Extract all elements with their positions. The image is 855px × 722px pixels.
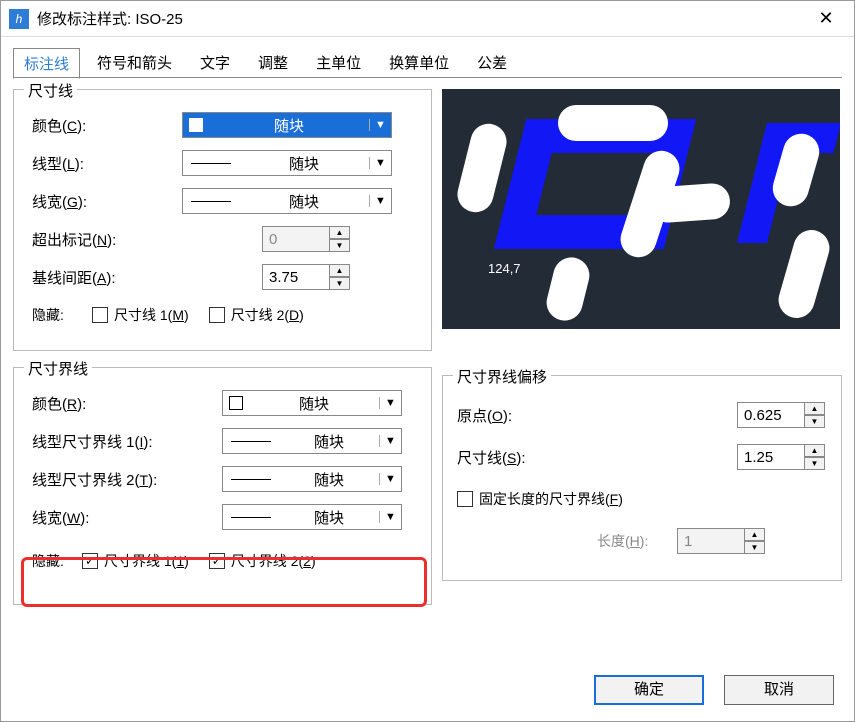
extline-lt2-value: 随块 (279, 469, 379, 490)
extline-lt2-select[interactable]: 随块 ▼ (222, 466, 402, 492)
dimline-hide2-checkbox[interactable]: 尺寸线 2(D) (209, 305, 304, 325)
offset-dimline-label: 尺寸线(S): (457, 447, 587, 468)
extline-color-select[interactable]: 随块 ▼ (222, 390, 402, 416)
dimline-linetype-select[interactable]: 随块 ▼ (182, 150, 392, 176)
spin-down-icon: ▼ (745, 541, 765, 554)
tab-fit[interactable]: 调整 (247, 47, 299, 78)
extline-hide2-checkbox[interactable]: ✓尺寸界线 2(2) (209, 551, 316, 571)
chevron-down-icon: ▼ (369, 195, 391, 207)
offset-dimline-spinner[interactable]: ▲▼ (737, 444, 827, 470)
dimline-extend-spinner: ▲▼ (262, 226, 352, 252)
extline-lt2-label: 线型尺寸界线 2(T): (32, 469, 222, 490)
dimline-hide-label: 隐藏: (32, 305, 92, 325)
dimline-lineweight-value: 随块 (239, 191, 369, 212)
offset-origin-input[interactable] (737, 402, 805, 428)
tab-primary[interactable]: 主单位 (305, 47, 372, 78)
offset-len-label: 长度(H): (597, 531, 677, 551)
tab-symbols[interactable]: 符号和箭头 (86, 47, 183, 78)
group-dimline: 尺寸线 颜色(C): 随块 ▼ 线型(L): 随块 ▼ 线宽(G): (13, 89, 432, 351)
dimline-linetype-label: 线型(L): (32, 153, 182, 174)
dimline-lineweight-select[interactable]: 随块 ▼ (182, 188, 392, 214)
chevron-down-icon: ▼ (369, 157, 391, 169)
offset-dimline-input[interactable] (737, 444, 805, 470)
offset-len-spinner: ▲▼ (677, 528, 767, 554)
dimline-baseline-spinner[interactable]: ▲▼ (262, 264, 352, 290)
spin-up-icon[interactable]: ▲ (805, 402, 825, 415)
tabs: 标注线 符号和箭头 文字 调整 主单位 换算单位 公差 (1, 37, 854, 78)
line-icon (231, 441, 271, 442)
extline-hide-label: 隐藏: (32, 551, 82, 571)
close-icon[interactable]: ✕ (806, 8, 846, 29)
color-swatch-icon (229, 396, 243, 410)
tab-text[interactable]: 文字 (189, 47, 241, 78)
cancel-button[interactable]: 取消 (724, 675, 834, 705)
extline-lw-value: 随块 (279, 507, 379, 528)
line-icon (191, 201, 231, 202)
tab-tolerance[interactable]: 公差 (466, 47, 518, 78)
chevron-down-icon: ▼ (379, 473, 401, 485)
dimline-hide1-checkbox[interactable]: 尺寸线 1(M) (92, 305, 189, 325)
window-title: 修改标注样式: ISO-25 (37, 8, 806, 29)
group-extline: 尺寸界线 颜色(R): 随块 ▼ 线型尺寸界线 1(I): 随块 ▼ 线型尺寸界 (13, 367, 432, 605)
group-offset: 尺寸界线偏移 原点(O): ▲▼ 尺寸线(S): ▲▼ 固定长 (442, 375, 842, 581)
dimline-extend-input (262, 226, 330, 252)
tab-alternate[interactable]: 换算单位 (378, 47, 460, 78)
spin-down-icon[interactable]: ▼ (805, 415, 825, 428)
dimline-lineweight-label: 线宽(G): (32, 191, 182, 212)
dimline-color-select[interactable]: 随块 ▼ (182, 112, 392, 138)
group-extline-title: 尺寸界线 (24, 358, 92, 379)
chevron-down-icon: ▼ (369, 119, 391, 131)
group-offset-title: 尺寸界线偏移 (453, 366, 551, 387)
extline-lt1-label: 线型尺寸界线 1(I): (32, 431, 222, 452)
dimline-extend-label: 超出标记(N): (32, 229, 182, 250)
extline-lt1-value: 随块 (279, 431, 379, 452)
spin-down-icon[interactable]: ▼ (330, 277, 350, 290)
extline-color-value: 随块 (249, 393, 379, 414)
tab-lines[interactable]: 标注线 (13, 48, 80, 79)
spin-up-icon[interactable]: ▲ (330, 264, 350, 277)
dimline-linetype-value: 随块 (239, 153, 369, 174)
offset-len-input (677, 528, 745, 554)
offset-origin-spinner[interactable]: ▲▼ (737, 402, 827, 428)
spin-down-icon[interactable]: ▼ (805, 457, 825, 470)
app-icon: h (9, 9, 29, 29)
group-dimline-title: 尺寸线 (24, 80, 77, 101)
line-icon (191, 163, 231, 164)
line-icon (231, 479, 271, 480)
offset-origin-label: 原点(O): (457, 405, 587, 426)
chevron-down-icon: ▼ (379, 397, 401, 409)
spin-up-icon: ▲ (330, 226, 350, 239)
dimline-baseline-input[interactable] (262, 264, 330, 290)
ok-button[interactable]: 确定 (594, 675, 704, 705)
extline-lw-select[interactable]: 随块 ▼ (222, 504, 402, 530)
line-icon (231, 517, 271, 518)
dimline-baseline-label: 基线间距(A): (32, 267, 182, 288)
extline-hide1-checkbox[interactable]: ✓尺寸界线 1(1) (82, 551, 189, 571)
preview-text: 124,7 (488, 261, 521, 276)
spin-up-icon: ▲ (745, 528, 765, 541)
color-swatch-icon (189, 118, 203, 132)
spin-down-icon: ▼ (330, 239, 350, 252)
extline-color-label: 颜色(R): (32, 393, 222, 414)
chevron-down-icon: ▼ (379, 511, 401, 523)
extline-lw-label: 线宽(W): (32, 507, 222, 528)
extline-lt1-select[interactable]: 随块 ▼ (222, 428, 402, 454)
dimline-color-value: 随块 (209, 115, 369, 136)
chevron-down-icon: ▼ (379, 435, 401, 447)
offset-fixed-checkbox[interactable]: 固定长度的尺寸界线(F) (457, 489, 623, 509)
spin-up-icon[interactable]: ▲ (805, 444, 825, 457)
dimline-color-label: 颜色(C): (32, 115, 182, 136)
preview: 124,7 (442, 89, 840, 329)
